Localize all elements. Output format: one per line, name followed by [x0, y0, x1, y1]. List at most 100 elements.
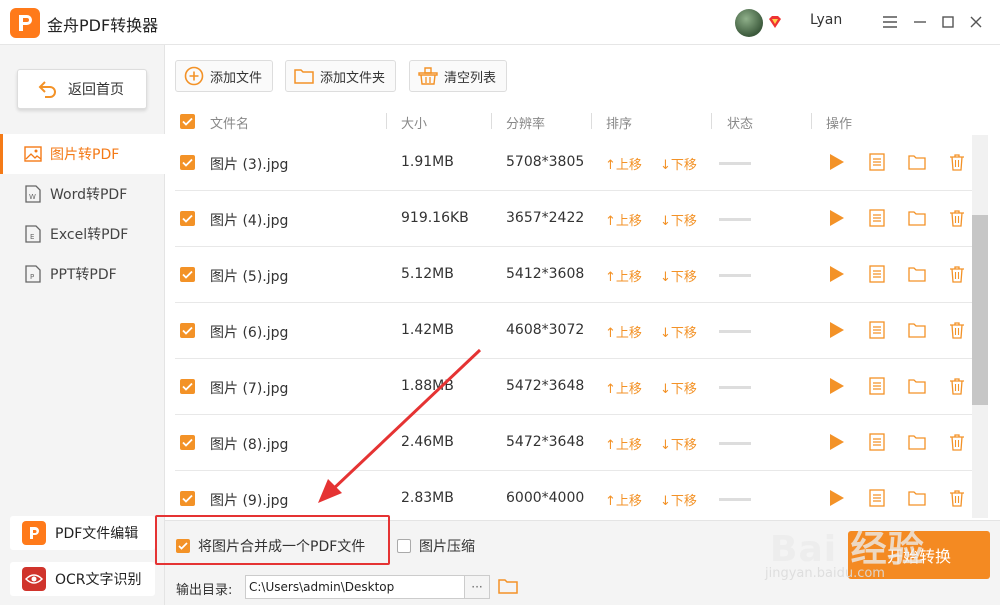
trash-icon[interactable] — [947, 376, 967, 396]
move-down-label: 下移 — [670, 494, 697, 509]
output-dir-input[interactable] — [245, 575, 465, 599]
sidebar-item-excel-to-pdf[interactable]: E Excel转PDF — [0, 214, 165, 254]
play-icon[interactable] — [826, 264, 846, 284]
browse-button[interactable]: ··· — [465, 575, 490, 599]
arrow-up-icon: ↑ — [605, 270, 616, 285]
arrow-down-icon: ↓ — [660, 438, 671, 453]
compress-checkbox[interactable] — [397, 539, 411, 553]
document-list-icon[interactable] — [867, 320, 887, 340]
trash-icon[interactable] — [947, 488, 967, 508]
maximize-icon[interactable] — [938, 12, 958, 32]
row-checkbox[interactable] — [180, 491, 195, 506]
arrow-up-icon: ↑ — [605, 382, 616, 397]
document-list-icon[interactable] — [867, 264, 887, 284]
move-up-label: 上移 — [615, 214, 642, 229]
username[interactable]: Lyan — [810, 12, 842, 28]
file-resolution: 3657*2422 — [506, 210, 585, 226]
move-down-label: 下移 — [670, 382, 697, 397]
avatar[interactable] — [735, 9, 763, 37]
move-down-button[interactable]: ↓下移 — [660, 378, 697, 397]
add-folder-button[interactable]: 添加文件夹 — [285, 60, 397, 92]
trash-icon[interactable] — [947, 320, 967, 340]
table-row[interactable]: 图片 (8).jpg 2.46MB 5472*3648 ↑上移 ↓下移 — [175, 415, 972, 471]
move-down-button[interactable]: ↓下移 — [660, 322, 697, 341]
row-checkbox[interactable] — [180, 435, 195, 450]
scrollbar-thumb[interactable] — [972, 215, 988, 405]
table-row[interactable]: 图片 (9).jpg 2.83MB 6000*4000 ↑上移 ↓下移 — [175, 471, 972, 518]
clear-list-button[interactable]: 清空列表 — [409, 60, 508, 92]
arrow-up-icon: ↑ — [605, 494, 616, 509]
play-icon[interactable] — [826, 320, 846, 340]
move-up-button[interactable]: ↑上移 — [605, 322, 642, 341]
pdf-edit-button[interactable]: PDF文件编辑 — [10, 516, 155, 550]
move-up-button[interactable]: ↑上移 — [605, 210, 642, 229]
file-resolution: 6000*4000 — [506, 490, 585, 506]
open-folder-icon[interactable] — [498, 577, 520, 597]
play-icon[interactable] — [826, 152, 846, 172]
row-checkbox[interactable] — [180, 155, 195, 170]
add-file-button[interactable]: 添加文件 — [175, 60, 274, 92]
excel-doc-icon: E — [24, 225, 42, 243]
minimize-icon[interactable] — [910, 12, 930, 32]
table-row[interactable]: 图片 (5).jpg 5.12MB 5412*3608 ↑上移 ↓下移 — [175, 247, 972, 303]
folder-icon[interactable] — [907, 152, 927, 172]
table-row[interactable]: 图片 (4).jpg 919.16KB 3657*2422 ↑上移 ↓下移 — [175, 191, 972, 247]
sidebar-item-ppt-to-pdf[interactable]: P PPT转PDF — [0, 254, 165, 294]
table-row[interactable]: 图片 (3).jpg 1.91MB 5708*3805 ↑上移 ↓下移 — [175, 135, 972, 191]
play-icon[interactable] — [826, 488, 846, 508]
trash-icon[interactable] — [947, 208, 967, 228]
move-up-button[interactable]: ↑上移 — [605, 154, 642, 173]
trash-icon[interactable] — [947, 152, 967, 172]
move-up-label: 上移 — [615, 270, 642, 285]
table-row[interactable]: 图片 (6).jpg 1.42MB 4608*3072 ↑上移 ↓下移 — [175, 303, 972, 359]
file-size: 1.42MB — [401, 322, 454, 338]
menu-icon[interactable] — [880, 12, 900, 32]
header-filename: 文件名 — [210, 117, 250, 132]
row-checkbox[interactable] — [180, 379, 195, 394]
folder-icon[interactable] — [907, 488, 927, 508]
folder-icon[interactable] — [907, 320, 927, 340]
select-all-checkbox[interactable] — [180, 114, 195, 129]
move-down-button[interactable]: ↓下移 — [660, 434, 697, 453]
move-up-button[interactable]: ↑上移 — [605, 378, 642, 397]
move-down-label: 下移 — [670, 326, 697, 341]
move-up-button[interactable]: ↑上移 — [605, 266, 642, 285]
file-resolution: 5708*3805 — [506, 154, 585, 170]
folder-icon[interactable] — [907, 264, 927, 284]
sidebar-item-image-to-pdf[interactable]: 图片转PDF — [0, 134, 165, 174]
sidebar-item-word-to-pdf[interactable]: W Word转PDF — [0, 174, 165, 214]
document-list-icon[interactable] — [867, 152, 887, 172]
file-name: 图片 (8).jpg — [210, 437, 289, 453]
trash-icon[interactable] — [947, 264, 967, 284]
row-checkbox[interactable] — [180, 323, 195, 338]
move-down-button[interactable]: ↓下移 — [660, 210, 697, 229]
play-icon[interactable] — [826, 376, 846, 396]
folder-icon[interactable] — [907, 208, 927, 228]
move-down-button[interactable]: ↓下移 — [660, 154, 697, 173]
close-icon[interactable] — [966, 12, 986, 32]
compress-option[interactable]: 图片压缩 — [397, 536, 475, 556]
arrow-down-icon: ↓ — [660, 214, 671, 229]
document-list-icon[interactable] — [867, 488, 887, 508]
row-checkbox[interactable] — [180, 267, 195, 282]
move-down-button[interactable]: ↓下移 — [660, 490, 697, 509]
trash-icon[interactable] — [947, 432, 967, 452]
folder-icon[interactable] — [907, 432, 927, 452]
document-list-icon[interactable] — [867, 376, 887, 396]
ocr-button[interactable]: OCR文字识别 — [10, 562, 155, 596]
play-icon[interactable] — [826, 432, 846, 452]
move-down-button[interactable]: ↓下移 — [660, 266, 697, 285]
folder-icon[interactable] — [907, 376, 927, 396]
file-name: 图片 (3).jpg — [210, 157, 289, 173]
row-checkbox[interactable] — [180, 211, 195, 226]
table-row[interactable]: 图片 (7).jpg 1.88MB 5472*3648 ↑上移 ↓下移 — [175, 359, 972, 415]
move-up-button[interactable]: ↑上移 — [605, 434, 642, 453]
document-list-icon[interactable] — [867, 208, 887, 228]
file-size: 2.46MB — [401, 434, 454, 450]
start-convert-button[interactable]: 开始转换 — [848, 531, 990, 579]
move-up-button[interactable]: ↑上移 — [605, 490, 642, 509]
play-icon[interactable] — [826, 208, 846, 228]
compress-label: 图片压缩 — [419, 539, 475, 555]
back-home-button[interactable]: 返回首页 — [17, 69, 147, 109]
document-list-icon[interactable] — [867, 432, 887, 452]
